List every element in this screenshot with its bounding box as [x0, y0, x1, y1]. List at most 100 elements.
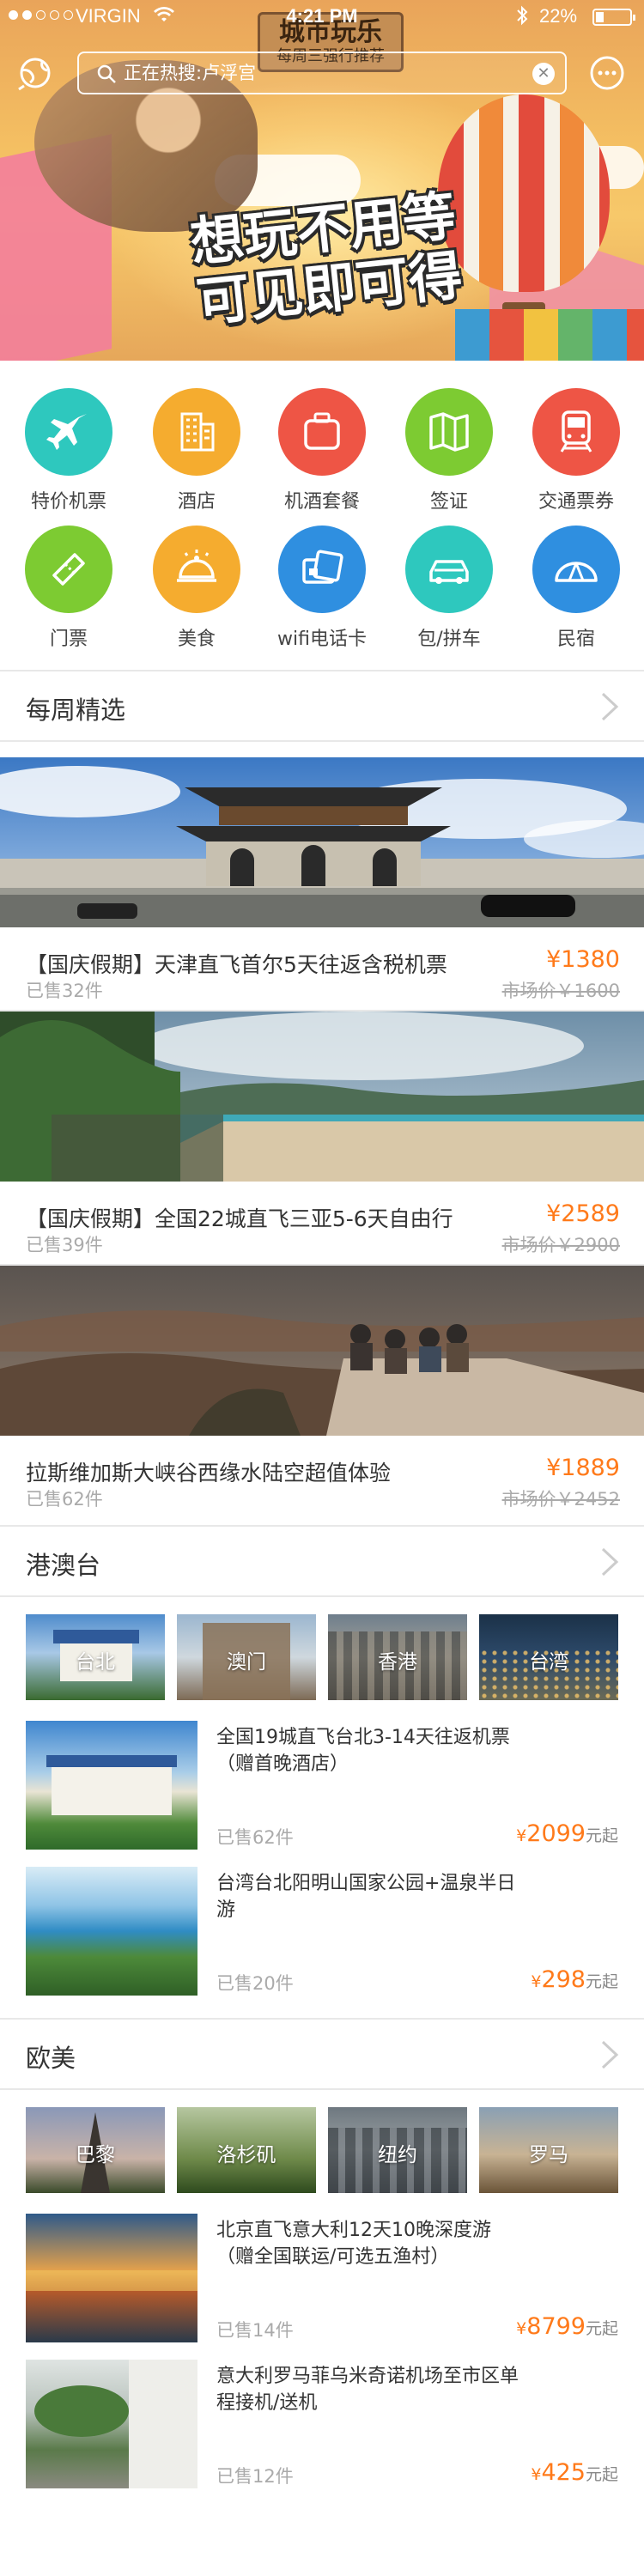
clear-search-icon[interactable]: ✕: [532, 63, 555, 85]
price-value: 8799: [526, 2313, 586, 2340]
category-food[interactable]: 美食: [132, 526, 261, 651]
price-currency: ¥: [531, 2465, 542, 2484]
category-wifi-sim[interactable]: wifi电话卡: [258, 526, 386, 651]
status-bar: VIRGIN 4:21 PM 22%: [0, 0, 644, 34]
location-globe-button[interactable]: [14, 53, 57, 93]
category-hotel[interactable]: 酒店: [132, 388, 261, 513]
deal-title: 拉斯维加斯大峡谷西缘水陆空超值体验: [26, 1461, 392, 1485]
hero-banner[interactable]: 城市玩乐 每周三强行推荐 想玩不用等 可见即可得 VIRGIN 4:21 PM …: [0, 0, 644, 361]
airplane-icon: [25, 388, 112, 476]
destination-los-angeles[interactable]: 洛杉矶: [177, 2107, 316, 2193]
destination-name: 洛杉矶: [216, 2144, 276, 2166]
destination-taipei[interactable]: 台北: [26, 1614, 165, 1700]
tent-icon: [532, 526, 620, 613]
price-value: 298: [541, 1966, 586, 1993]
destination-row: 台北 澳门 香港 台湾: [26, 1614, 618, 1700]
section-title: 欧美: [26, 2044, 76, 2073]
category-label: 门票: [49, 629, 88, 650]
category-flights[interactable]: 特价机票: [4, 388, 133, 513]
category-label: wifi电话卡: [277, 629, 367, 650]
section-header-western[interactable]: 欧美: [0, 2020, 644, 2088]
section-divider: [0, 740, 644, 742]
section-title: 港澳台: [26, 1551, 101, 1580]
product-item[interactable]: 台湾台北阳明山国家公园+温泉半日游 已售20件 ¥298元起: [26, 1867, 618, 1996]
destination-taiwan[interactable]: 台湾: [479, 1614, 618, 1700]
deal-card[interactable]: 【国庆假期】天津直飞首尔5天往返含税机票 已售32件 ¥1380 市场价￥160…: [0, 757, 644, 1012]
destination-hongkong[interactable]: 香港: [328, 1614, 467, 1700]
category-label: 民宿: [556, 629, 595, 650]
category-label: 交通票券: [538, 491, 614, 513]
car-icon: [405, 526, 493, 613]
deal-market-price: 市场价￥2452: [501, 1489, 620, 1510]
section-header-weekly[interactable]: 每周精选: [0, 671, 644, 740]
product-item[interactable]: 北京直飞意大利12天10晚深度游（赠全国联运/可选五渔村） 已售14件 ¥879…: [26, 2214, 618, 2342]
price-suffix: 元起: [585, 2465, 618, 2484]
category-visa[interactable]: 签证: [385, 388, 513, 513]
section-header-hmt[interactable]: 港澳台: [0, 1527, 644, 1595]
price-suffix: 元起: [585, 1826, 618, 1845]
chevron-right-icon: [601, 692, 619, 721]
battery-percent: 22%: [539, 5, 578, 27]
category-grid: 特价机票 酒店 机酒套餐 签证 交通票券 门票 美食 wifi电话卡 包/拼车 …: [0, 361, 644, 670]
destination-name: 罗马: [529, 2144, 568, 2166]
deal-price: ¥1380: [546, 946, 620, 973]
deal-title: 【国庆假期】全国22城直飞三亚5-6天自由行: [26, 1206, 453, 1231]
destination-name: 澳门: [227, 1651, 266, 1674]
search-bar[interactable]: ✕: [77, 52, 567, 94]
train-icon: [532, 388, 620, 476]
section-divider: [0, 2088, 644, 2090]
product-item[interactable]: 全国19城直飞台北3-14天往返机票（赠首晚酒店） 已售62件 ¥2099元起: [26, 1721, 618, 1850]
destination-photo: [53, 1630, 139, 1643]
category-label: 美食: [177, 629, 216, 650]
bluetooth-icon: [515, 5, 529, 31]
section-divider: [0, 1595, 644, 1597]
category-transport[interactable]: 交通票券: [512, 388, 641, 513]
product-item[interactable]: 意大利罗马菲乌米奇诺机场至市区单程接机/送机 已售12件 ¥425元起: [26, 2360, 618, 2488]
destination-macau[interactable]: 澳门: [177, 1614, 316, 1700]
category-flight-hotel[interactable]: 机酒套餐: [258, 388, 386, 513]
deal-price: ¥1889: [546, 1455, 620, 1481]
product-sold-count: 已售12件: [216, 2466, 294, 2487]
globe-icon: [18, 58, 51, 91]
category-label: 机酒套餐: [283, 491, 360, 513]
destination-paris[interactable]: 巴黎: [26, 2107, 165, 2193]
product-thumbnail: [26, 1721, 197, 1850]
product-sold-count: 已售62件: [216, 1827, 294, 1848]
books-decor: [455, 309, 644, 361]
hotel-icon: [153, 388, 240, 476]
map-icon: [405, 388, 493, 476]
messages-button[interactable]: [586, 53, 629, 93]
destination-new-york[interactable]: 纽约: [328, 2107, 467, 2193]
product-price: ¥8799元起: [516, 2313, 618, 2340]
product-price: ¥425元起: [531, 2459, 618, 2486]
chat-bubble-icon: [590, 56, 624, 90]
deal-card[interactable]: 拉斯维加斯大峡谷西缘水陆空超值体验 已售62件 ¥1889 市场价￥2452: [0, 1266, 644, 1520]
destination-row: 巴黎 洛杉矶 纽约 罗马: [26, 2107, 618, 2193]
destination-name: 纽约: [378, 2144, 417, 2166]
deal-sold-count: 已售32件: [26, 981, 103, 1001]
product-sold-count: 已售20件: [216, 1973, 294, 1994]
chevron-right-icon: [601, 1547, 619, 1577]
category-label: 特价机票: [30, 491, 106, 513]
product-price: ¥2099元起: [516, 1820, 618, 1847]
category-tickets[interactable]: 门票: [4, 526, 133, 651]
suitcase-icon: [278, 388, 366, 476]
product-title: 意大利罗马菲乌米奇诺机场至市区单程接机/送机: [216, 2366, 519, 2414]
category-label: 酒店: [177, 491, 216, 513]
product-title: 台湾台北阳明山国家公园+温泉半日游: [216, 1873, 516, 1921]
destination-name: 香港: [378, 1651, 417, 1674]
product-thumbnail: [26, 2214, 197, 2342]
deal-card[interactable]: 【国庆假期】全国22城直飞三亚5-6天自由行 已售39件 ¥2589 市场价￥2…: [0, 1012, 644, 1266]
destination-name: 台湾: [529, 1651, 568, 1674]
price-value: 2099: [526, 1820, 586, 1847]
deal-market-price: 市场价￥2900: [501, 1235, 620, 1255]
search-input[interactable]: [124, 53, 510, 93]
deal-photo-palace: [0, 757, 644, 927]
product-thumbnail: [26, 2360, 197, 2488]
food-cloche-icon: [153, 526, 240, 613]
product-price: ¥298元起: [531, 1966, 618, 1993]
category-car[interactable]: 包/拼车: [385, 526, 513, 651]
category-homestay[interactable]: 民宿: [512, 526, 641, 651]
product-title: 北京直飞意大利12天10晚深度游（赠全国联运/可选五渔村）: [216, 2220, 491, 2268]
destination-rome[interactable]: 罗马: [479, 2107, 618, 2193]
